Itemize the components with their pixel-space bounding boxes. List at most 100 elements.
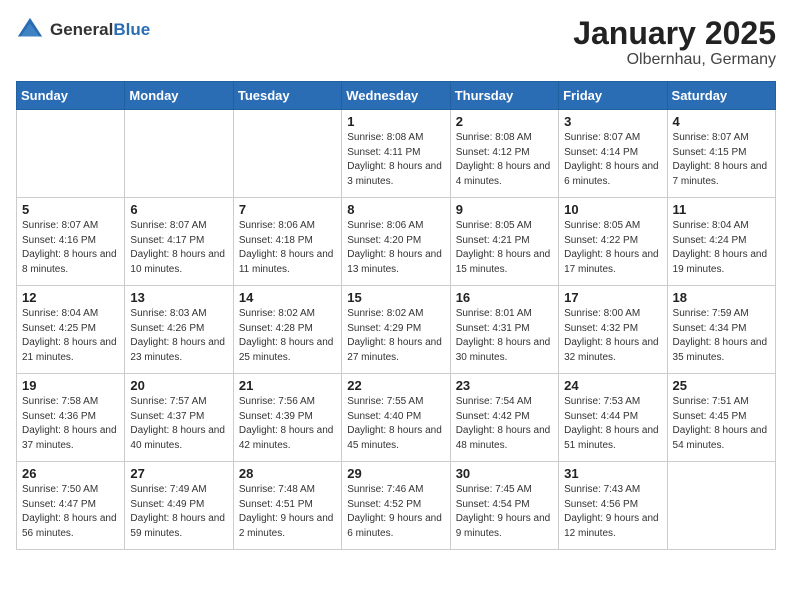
day-cell: 30Sunrise: 7:45 AMSunset: 4:54 PMDayligh… [450,462,558,550]
day-cell: 8 Sunrise: 8:06 AMSunset: 4:20 PMDaylight… [342,198,450,286]
day-info: Sunrise: 8:03 AMSunset: 4:26 PMDaylight:… [130,307,227,365]
day-cell: 12 Sunrise: 8:04 AMSunset: 4:25 PMDayligh… [17,286,125,374]
day-info: Sunrise: 8:07 AMSunset: 4:16 PMDaylight:… [22,219,119,277]
day-cell: 23 Sunrise: 7:54 AMSunset: 4:42 PMDayligh… [450,374,558,462]
day-info: Sunrise: 8:01 AMSunset: 4:31 PMDaylight:… [456,307,553,365]
day-cell: 19Sunrise: 7:58 AMSunset: 4:36 PMDayligh… [17,374,125,462]
week-row-2: 5 Sunrise: 8:07 AMSunset: 4:16 PMDaylight… [17,198,776,286]
day-info: Sunrise: 8:04 AMSunset: 4:24 PMDaylight:… [673,219,770,277]
day-number: 3 [564,114,661,129]
day-info: Sunrise: 7:50 AMSunset: 4:47 PMDaylight:… [22,483,119,541]
day-info: Sunrise: 7:58 AMSunset: 4:36 PMDaylight:… [22,395,119,453]
day-info: Sunrise: 8:07 AMSunset: 4:17 PMDaylight:… [130,219,227,277]
day-info: Sunrise: 7:46 AMSunset: 4:52 PMDaylight:… [347,483,444,541]
day-info: Sunrise: 7:43 AMSunset: 4:56 PMDaylight:… [564,483,661,541]
week-row-5: 26 Sunrise: 7:50 AMSunset: 4:47 PMDayligh… [17,462,776,550]
weekday-header-friday: Friday [559,82,667,110]
day-info: Sunrise: 8:07 AMSunset: 4:15 PMDaylight:… [673,131,770,189]
day-number: 5 [22,202,119,217]
day-info: Sunrise: 8:06 AMSunset: 4:18 PMDaylight:… [239,219,336,277]
day-info: Sunrise: 8:02 AMSunset: 4:29 PMDaylight:… [347,307,444,365]
day-cell: 28Sunrise: 7:48 AMSunset: 4:51 PMDayligh… [233,462,341,550]
day-number: 18 [673,290,770,305]
day-cell: 13 Sunrise: 8:03 AMSunset: 4:26 PMDayligh… [125,286,233,374]
day-cell: 16 Sunrise: 8:01 AMSunset: 4:31 PMDayligh… [450,286,558,374]
day-info: Sunrise: 8:04 AMSunset: 4:25 PMDaylight:… [22,307,119,365]
weekday-header-saturday: Saturday [667,82,775,110]
day-number: 7 [239,202,336,217]
day-cell: 3Sunrise: 8:07 AMSunset: 4:14 PMDaylight… [559,110,667,198]
calendar-table: SundayMondayTuesdayWednesdayThursdayFrid… [16,81,776,550]
day-info: Sunrise: 8:06 AMSunset: 4:20 PMDaylight:… [347,219,444,277]
day-number: 9 [456,202,553,217]
day-cell: 27 Sunrise: 7:49 AMSunset: 4:49 PMDayligh… [125,462,233,550]
month-title: January 2025 [573,16,776,51]
day-cell [667,462,775,550]
day-cell: 4 Sunrise: 8:07 AMSunset: 4:15 PMDaylight… [667,110,775,198]
day-cell: 10 Sunrise: 8:05 AMSunset: 4:22 PMDayligh… [559,198,667,286]
day-number: 4 [673,114,770,129]
day-number: 2 [456,114,553,129]
location-title: Olbernhau, Germany [573,51,776,69]
day-number: 8 [347,202,444,217]
logo-icon [16,16,44,44]
day-cell [17,110,125,198]
day-cell [125,110,233,198]
day-info: Sunrise: 7:56 AMSunset: 4:39 PMDaylight:… [239,395,336,453]
day-number: 24 [564,378,661,393]
day-info: Sunrise: 8:08 AMSunset: 4:12 PMDaylight:… [456,131,553,189]
day-info: Sunrise: 7:59 AMSunset: 4:34 PMDaylight:… [673,307,770,365]
day-cell: 1 Sunrise: 8:08 AMSunset: 4:11 PMDaylight… [342,110,450,198]
day-number: 29 [347,466,444,481]
day-number: 15 [347,290,444,305]
day-cell: 5 Sunrise: 8:07 AMSunset: 4:16 PMDaylight… [17,198,125,286]
day-info: Sunrise: 8:05 AMSunset: 4:22 PMDaylight:… [564,219,661,277]
weekday-header-thursday: Thursday [450,82,558,110]
day-info: Sunrise: 7:55 AMSunset: 4:40 PMDaylight:… [347,395,444,453]
day-number: 16 [456,290,553,305]
day-cell: 15 Sunrise: 8:02 AMSunset: 4:29 PMDayligh… [342,286,450,374]
day-cell: 11Sunrise: 8:04 AMSunset: 4:24 PMDayligh… [667,198,775,286]
day-cell: 21 Sunrise: 7:56 AMSunset: 4:39 PMDayligh… [233,374,341,462]
day-cell: 17 Sunrise: 8:00 AMSunset: 4:32 PMDayligh… [559,286,667,374]
day-cell: 22Sunrise: 7:55 AMSunset: 4:40 PMDayligh… [342,374,450,462]
day-number: 17 [564,290,661,305]
day-number: 26 [22,466,119,481]
day-info: Sunrise: 8:00 AMSunset: 4:32 PMDaylight:… [564,307,661,365]
week-row-3: 12 Sunrise: 8:04 AMSunset: 4:25 PMDayligh… [17,286,776,374]
day-number: 30 [456,466,553,481]
day-info: Sunrise: 8:05 AMSunset: 4:21 PMDaylight:… [456,219,553,277]
day-cell: 18 Sunrise: 7:59 AMSunset: 4:34 PMDayligh… [667,286,775,374]
day-cell [233,110,341,198]
day-info: Sunrise: 7:53 AMSunset: 4:44 PMDaylight:… [564,395,661,453]
day-cell: 20Sunrise: 7:57 AMSunset: 4:37 PMDayligh… [125,374,233,462]
day-info: Sunrise: 7:57 AMSunset: 4:37 PMDaylight:… [130,395,227,453]
day-number: 13 [130,290,227,305]
day-number: 21 [239,378,336,393]
day-number: 1 [347,114,444,129]
day-number: 31 [564,466,661,481]
day-number: 10 [564,202,661,217]
day-number: 27 [130,466,227,481]
weekday-header-sunday: Sunday [17,82,125,110]
day-cell: 25 Sunrise: 7:51 AMSunset: 4:45 PMDayligh… [667,374,775,462]
day-info: Sunrise: 8:08 AMSunset: 4:11 PMDaylight:… [347,131,444,189]
day-info: Sunrise: 7:48 AMSunset: 4:51 PMDaylight:… [239,483,336,541]
day-info: Sunrise: 7:49 AMSunset: 4:49 PMDaylight:… [130,483,227,541]
day-cell: 9 Sunrise: 8:05 AMSunset: 4:21 PMDaylight… [450,198,558,286]
logo: GeneralBlue [16,16,150,44]
day-cell: 7 Sunrise: 8:06 AMSunset: 4:18 PMDaylight… [233,198,341,286]
logo-general: GeneralBlue [50,20,150,40]
day-info: Sunrise: 8:02 AMSunset: 4:28 PMDaylight:… [239,307,336,365]
day-cell: 6Sunrise: 8:07 AMSunset: 4:17 PMDaylight… [125,198,233,286]
day-number: 14 [239,290,336,305]
week-row-1: 1 Sunrise: 8:08 AMSunset: 4:11 PMDaylight… [17,110,776,198]
day-cell: 14 Sunrise: 8:02 AMSunset: 4:28 PMDayligh… [233,286,341,374]
day-info: Sunrise: 7:51 AMSunset: 4:45 PMDaylight:… [673,395,770,453]
day-number: 23 [456,378,553,393]
day-number: 12 [22,290,119,305]
day-number: 25 [673,378,770,393]
day-info: Sunrise: 7:54 AMSunset: 4:42 PMDaylight:… [456,395,553,453]
day-cell: 26 Sunrise: 7:50 AMSunset: 4:47 PMDayligh… [17,462,125,550]
weekday-header-monday: Monday [125,82,233,110]
